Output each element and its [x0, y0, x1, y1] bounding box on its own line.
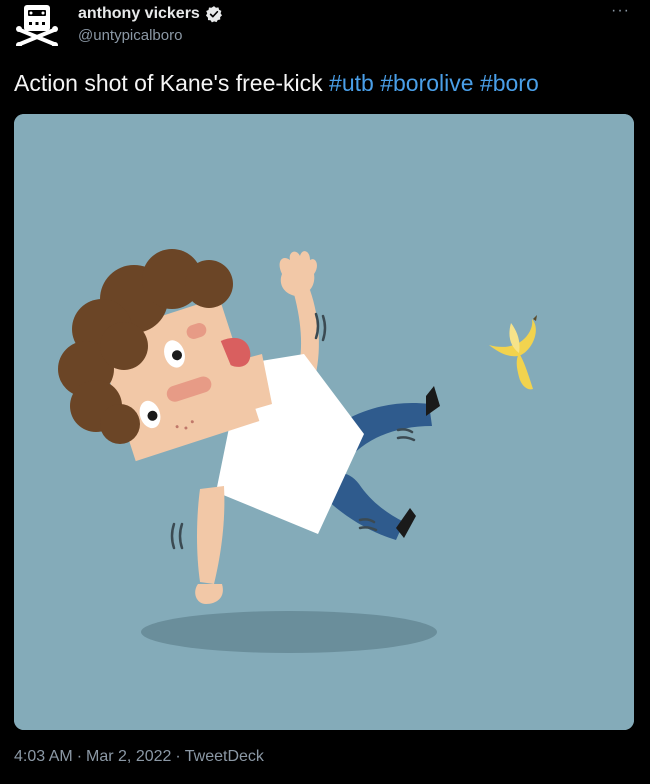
verified-badge-icon [205, 6, 222, 23]
tweet-body: Action shot of Kane's free-kick [14, 70, 323, 96]
handle[interactable]: @untypicalboro [78, 26, 223, 46]
tweet-time[interactable]: 4:03 AM [14, 748, 73, 765]
meta-separator: · [175, 748, 181, 765]
tweet-meta: 4:03 AM · Mar 2, 2022 · TweetDeck [14, 748, 264, 766]
display-name[interactable]: anthony vickers [78, 4, 200, 24]
tweet: anthony vickers @untypicalboro ··· Actio… [0, 0, 650, 784]
avatar[interactable] [12, 2, 62, 48]
more-options-button[interactable]: ··· [611, 2, 630, 20]
cartoon-slip-illustration [14, 114, 634, 730]
shadow-shape [141, 611, 437, 653]
display-name-row: anthony vickers [78, 4, 223, 24]
tweet-text: Action shot of Kane's free-kick #utb #bo… [14, 70, 539, 97]
hashtag-utb[interactable]: #utb [329, 70, 374, 96]
more-options-icon: ··· [611, 2, 630, 19]
tweet-source[interactable]: TweetDeck [185, 748, 264, 765]
author-info: anthony vickers @untypicalboro [78, 4, 223, 46]
meta-separator: · [76, 748, 83, 765]
tweet-date[interactable]: Mar 2, 2022 [86, 748, 171, 765]
hashtag-borolive[interactable]: #borolive [380, 70, 473, 96]
hashtag-boro[interactable]: #boro [480, 70, 539, 96]
cassette-skull-crossbones-icon [16, 5, 58, 48]
tweet-media-image[interactable] [14, 114, 634, 730]
